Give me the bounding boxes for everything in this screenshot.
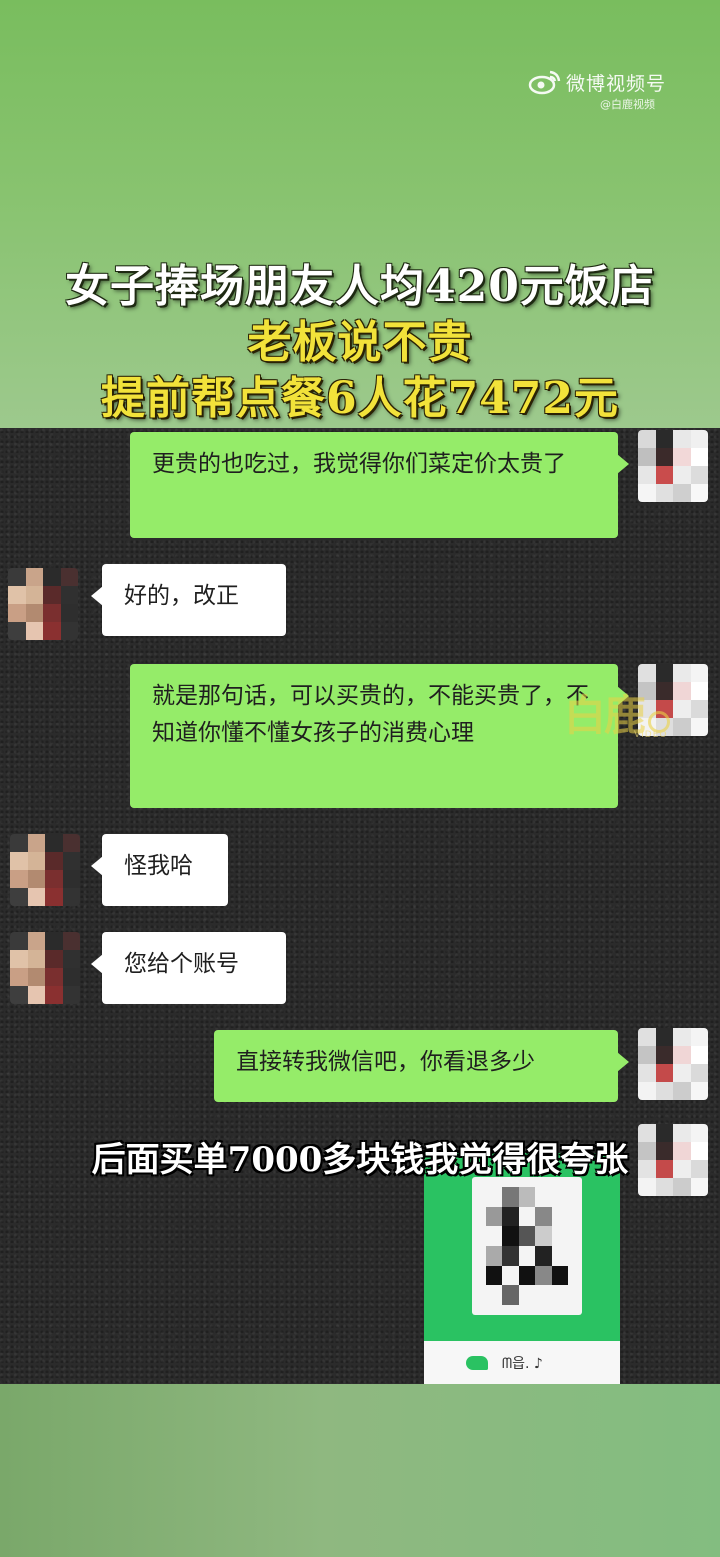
headline-line-2: 老板说不贵: [247, 317, 473, 368]
avatar-contact: [10, 932, 80, 1004]
message-bubble-incoming: 好的，改正: [91, 564, 286, 636]
message-bubble-outgoing: 直接转我微信吧，你看退多少: [214, 1030, 629, 1102]
qr-footer-text: ᗰ읍. ♪: [502, 1356, 543, 1372]
wechat-qr-code-message[interactable]: ᗰ읍. ♪: [424, 1153, 620, 1384]
message-bubble-incoming: 您给个账号: [91, 932, 286, 1004]
qr-footer: ᗰ읍. ♪: [424, 1341, 620, 1384]
avatar-contact: [8, 568, 78, 640]
avatar-self: [638, 1028, 708, 1100]
wechat-pay-icon: [466, 1356, 488, 1370]
source-handle: @白鹿视频: [600, 98, 655, 111]
weibo-logo: 微博视频号: [528, 68, 666, 96]
qr-code-image: [472, 1177, 582, 1315]
baillu-video-watermark: 白鹿 VIDEO: [564, 682, 671, 743]
watermark-logo-text: 白鹿: [564, 691, 646, 740]
video-subtitle: 后面买单7000多块钱我觉得很夸张: [91, 1140, 629, 1180]
avatar-contact: [10, 834, 80, 906]
watermark-sub-text: VIDEO: [634, 730, 668, 740]
message-bubble-outgoing: 更贵的也吃过，我觉得你们菜定价太贵了: [130, 432, 629, 538]
avatar-self: [638, 430, 708, 502]
platform-name: 微博视频号: [566, 72, 667, 95]
message-bubble-outgoing: 就是那句话，可以买贵的，不能买贵了，不知道你懂不懂女孩子的消费心理: [130, 664, 629, 808]
weibo-eye-icon: [528, 70, 561, 95]
message-bubble-incoming: 怪我哈: [91, 834, 228, 906]
headline-line-3: 提前帮点餐6人花7472元: [100, 373, 620, 424]
headline-line-1: 女子捧场朋友人均420元饭店: [65, 261, 655, 312]
bottom-banner: [0, 1384, 720, 1557]
chat-screenshot: 更贵的也吃过，我觉得你们菜定价太贵了 好的，改正 就是那句话，可以买贵的，不能买…: [0, 428, 720, 1384]
